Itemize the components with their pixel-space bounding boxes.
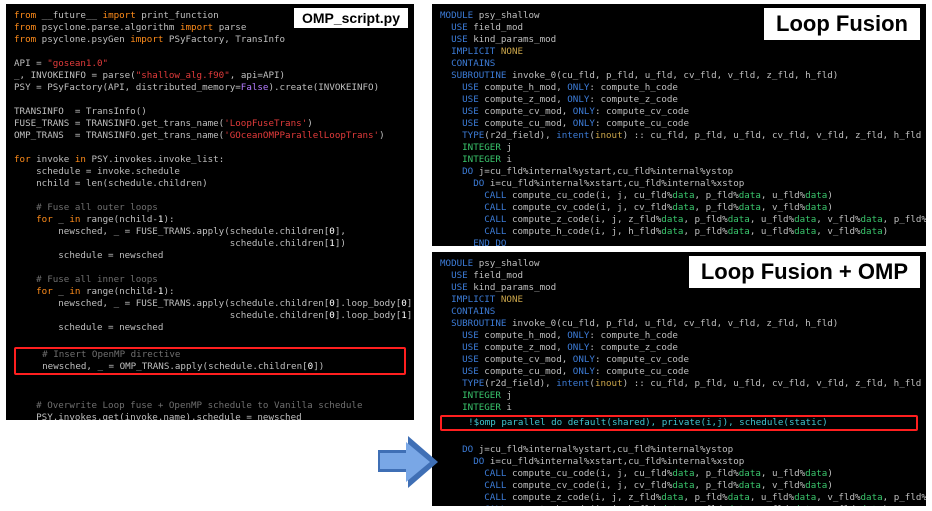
code-loop-fusion: MODULE psy_shallow USE field_mod USE kin…: [432, 4, 926, 246]
panel-loop-fusion-omp: Loop Fusion + OMP MODULE psy_shallow USE…: [432, 252, 926, 506]
code-loop-fusion-omp: MODULE psy_shallow USE field_mod USE kin…: [432, 252, 926, 506]
code-script: from __future__ import print_function fr…: [6, 4, 414, 420]
stage: OMP_script.py from __future__ import pri…: [0, 0, 932, 511]
panel-loop-fusion: Loop Fusion MODULE psy_shallow USE field…: [432, 4, 926, 246]
badge-loop-fusion: Loop Fusion: [764, 8, 920, 40]
badge-loop-fusion-omp: Loop Fusion + OMP: [689, 256, 920, 288]
badge-script: OMP_script.py: [294, 8, 408, 28]
arrow-icon: [378, 432, 438, 488]
panel-script: OMP_script.py from __future__ import pri…: [6, 4, 414, 420]
